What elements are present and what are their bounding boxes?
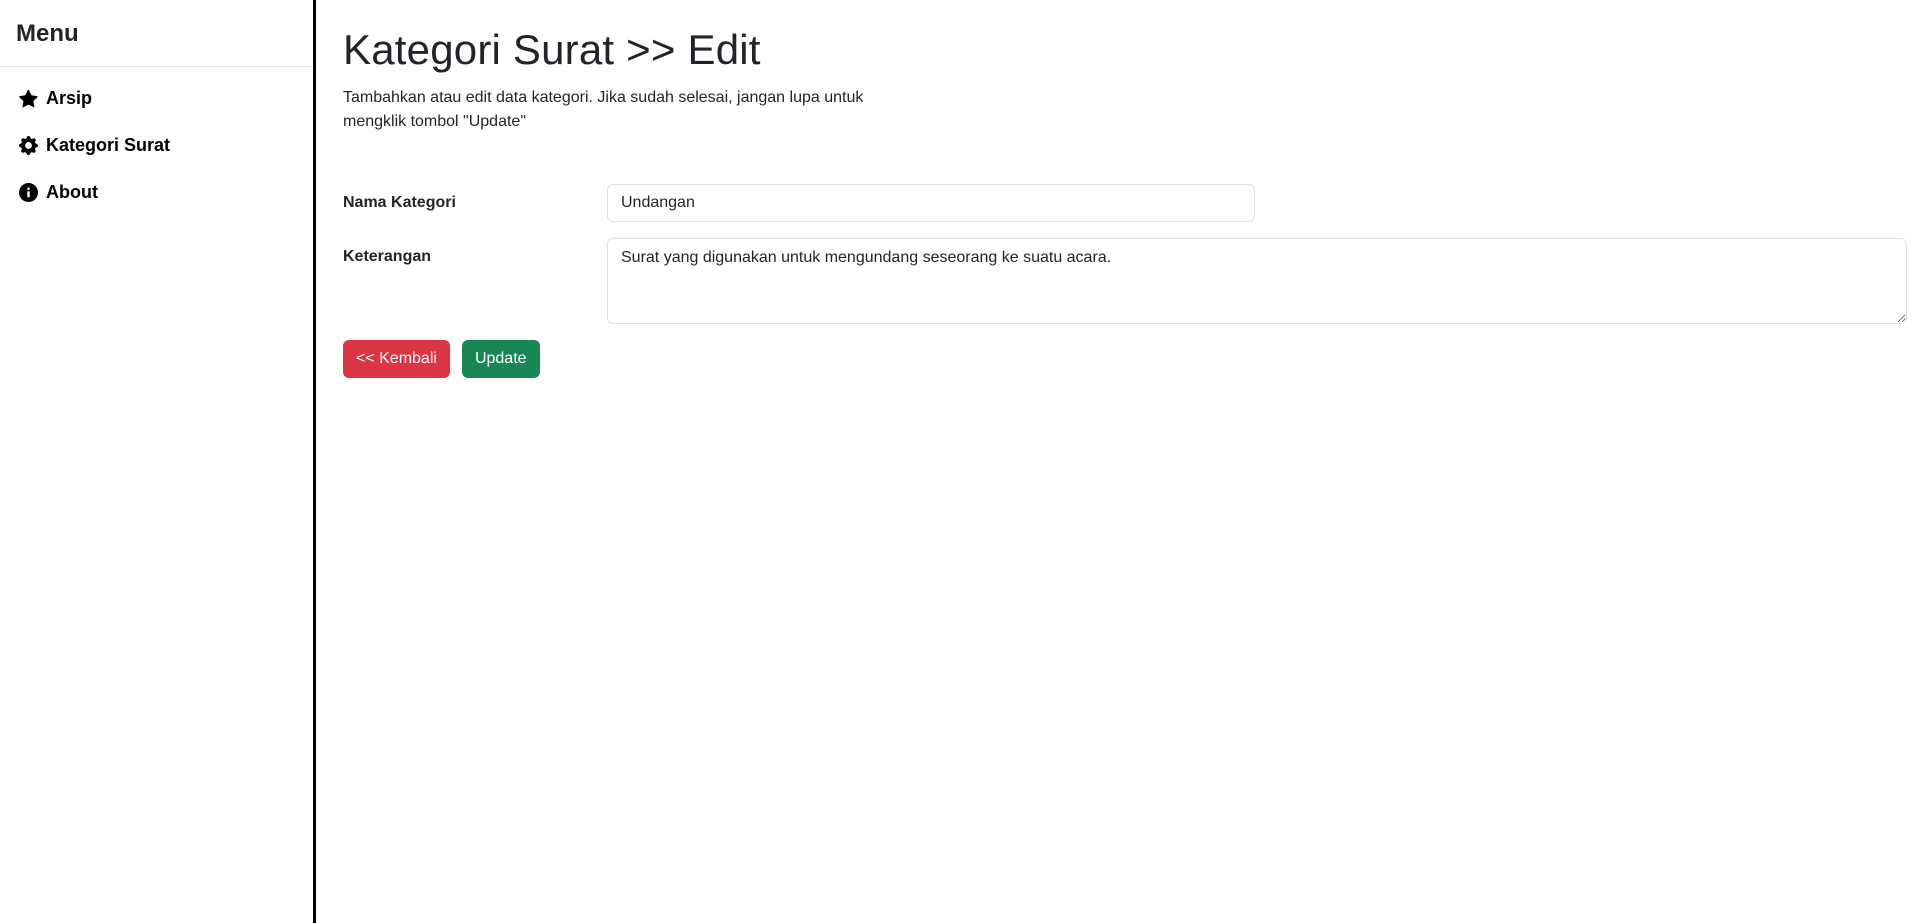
back-button[interactable]: << Kembali bbox=[343, 340, 450, 378]
sidebar-nav: Arsip Kategori Surat About bbox=[0, 67, 313, 216]
page-title: Kategori Surat >> Edit bbox=[343, 26, 761, 73]
app: Menu Arsip Kategori Surat About Kategori… bbox=[0, 0, 1919, 923]
sidebar: Menu Arsip Kategori Surat About bbox=[0, 0, 316, 923]
sidebar-item-about[interactable]: About bbox=[0, 169, 313, 216]
nama-kategori-input[interactable] bbox=[607, 184, 1255, 222]
update-button[interactable]: Update bbox=[461, 340, 540, 378]
form-row-nama-kategori: Nama Kategori bbox=[343, 184, 1919, 222]
form-row-keterangan: Keterangan Surat yang digunakan untuk me… bbox=[343, 238, 1919, 324]
star-icon bbox=[18, 89, 38, 109]
main-content: Kategori Surat >> Edit Tambahkan atau ed… bbox=[316, 0, 1919, 923]
edit-category-form: Nama Kategori Keterangan Surat yang digu… bbox=[343, 184, 1919, 378]
form-buttons: << Kembali Update bbox=[343, 340, 1919, 378]
nama-kategori-label: Nama Kategori bbox=[343, 194, 456, 211]
sidebar-item-arsip[interactable]: Arsip bbox=[0, 75, 313, 122]
keterangan-label: Keterangan bbox=[343, 248, 432, 265]
page-description: Tambahkan atau edit data kategori. Jika … bbox=[343, 89, 864, 130]
gear-icon bbox=[18, 136, 38, 156]
info-icon bbox=[18, 183, 38, 203]
keterangan-textarea[interactable]: Surat yang digunakan untuk mengundang se… bbox=[607, 238, 1907, 324]
sidebar-item-label: Kategori Surat bbox=[46, 135, 171, 155]
sidebar-item-label: Arsip bbox=[46, 88, 93, 108]
sidebar-item-label: About bbox=[46, 182, 98, 202]
sidebar-title: Menu bbox=[0, 0, 313, 67]
sidebar-item-kategori-surat[interactable]: Kategori Surat bbox=[0, 122, 313, 169]
